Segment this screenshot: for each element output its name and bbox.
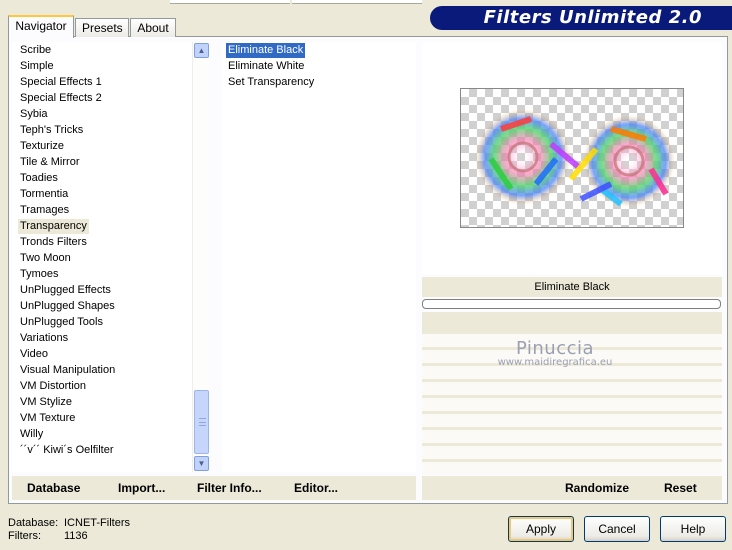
category-item[interactable]: Special Effects 1 (18, 75, 104, 90)
parameter-area (422, 312, 722, 475)
database-label: Database: (8, 517, 59, 529)
app-title: Filters Unlimited 2.0 (483, 7, 702, 28)
cancel-button[interactable]: Cancel (584, 516, 650, 542)
preview-button-bar: Randomize Reset (422, 476, 722, 500)
category-item[interactable]: Two Moon (18, 251, 73, 266)
scroll-up-button[interactable]: ▲ (194, 43, 209, 58)
filters-label: Filters: (8, 530, 41, 542)
watermark: Pinuccia www.maidiregrafica.eu (480, 338, 630, 368)
database-button[interactable]: Database (27, 481, 80, 495)
category-item[interactable]: Tormentia (18, 187, 70, 202)
category-item[interactable]: Transparency (18, 219, 89, 234)
tab-navigator[interactable]: Navigator (8, 15, 74, 38)
category-item[interactable]: UnPlugged Effects (18, 283, 113, 298)
category-item[interactable]: Video (18, 347, 50, 362)
title-banner: Filters Unlimited 2.0 (430, 6, 732, 30)
parameter-row (422, 398, 722, 411)
editor-button[interactable]: Editor... (294, 481, 338, 495)
category-item[interactable]: Scribe (18, 43, 53, 58)
randomize-button[interactable]: Randomize (565, 481, 629, 495)
category-item[interactable]: UnPlugged Tools (18, 315, 105, 330)
apply-button[interactable]: Apply (508, 516, 574, 542)
category-scrollbar[interactable]: ▲ ▼ (192, 42, 209, 472)
category-item[interactable]: Teph's Tricks (18, 123, 85, 138)
parameter-row (422, 382, 722, 395)
category-list[interactable]: Scribe Simple Special Effects 1 Special Eff… (12, 42, 192, 472)
category-item[interactable]: Simple (18, 59, 56, 74)
tab-presets[interactable]: Presets (75, 18, 129, 37)
watermark-url: www.maidiregrafica.eu (497, 357, 613, 368)
scroll-thumb[interactable] (194, 390, 209, 454)
preview-swirl-graphic (475, 109, 675, 207)
filter-item[interactable]: Eliminate Black (226, 43, 306, 58)
category-item[interactable]: UnPlugged Shapes (18, 299, 117, 314)
chevron-down-icon: ▼ (197, 459, 206, 468)
database-value: ICNET-Filters (64, 517, 130, 529)
preview-pane (422, 42, 722, 274)
category-item[interactable]: Toadies (18, 171, 60, 186)
filter-item[interactable]: Eliminate White (226, 59, 306, 74)
import-button[interactable]: Import... (118, 481, 165, 495)
category-item[interactable]: Tile & Mirror (18, 155, 81, 170)
status-info: Database: ICNET-Filters Filters: 1136 (8, 517, 130, 543)
filters-count: 1136 (64, 530, 88, 542)
category-item[interactable]: VM Stylize (18, 395, 74, 410)
chevron-up-icon: ▲ (197, 46, 206, 55)
category-item[interactable]: Visual Manipulation (18, 363, 117, 378)
category-item[interactable]: VM Distortion (18, 379, 88, 394)
category-item[interactable]: VM Texture (18, 411, 77, 426)
watermark-title: Pinuccia (515, 338, 595, 359)
category-item[interactable]: ´´v´´ Kiwi´s Oelfilter (18, 443, 116, 458)
help-button[interactable]: Help (660, 516, 726, 542)
category-item[interactable]: Tramages (18, 203, 71, 218)
tab-about[interactable]: About (130, 18, 176, 37)
filter-list[interactable]: Eliminate Black Eliminate White Set Transp… (222, 42, 416, 472)
parameter-row (422, 430, 722, 443)
parameter-row (422, 414, 722, 427)
scroll-down-button[interactable]: ▼ (194, 456, 209, 471)
parameter-row (422, 446, 722, 459)
category-item[interactable]: Special Effects 2 (18, 91, 104, 106)
progress-bar (422, 299, 721, 309)
reset-button[interactable]: Reset (664, 481, 697, 495)
category-item[interactable]: Willy (18, 427, 45, 442)
category-item[interactable]: Tymoes (18, 267, 61, 282)
category-item[interactable]: Sybia (18, 107, 50, 122)
category-item[interactable]: Texturize (18, 139, 66, 154)
filter-info-button[interactable]: Filter Info... (197, 481, 262, 495)
preview-image (460, 88, 684, 228)
selected-filter-name: Eliminate Black (422, 277, 722, 297)
parameter-row (422, 462, 722, 475)
filter-item[interactable]: Set Transparency (226, 75, 316, 90)
navigator-button-bar: Database Import... Filter Info... Editor… (12, 476, 416, 500)
category-item[interactable]: Tronds Filters (18, 235, 89, 250)
category-item[interactable]: Variations (18, 331, 70, 346)
